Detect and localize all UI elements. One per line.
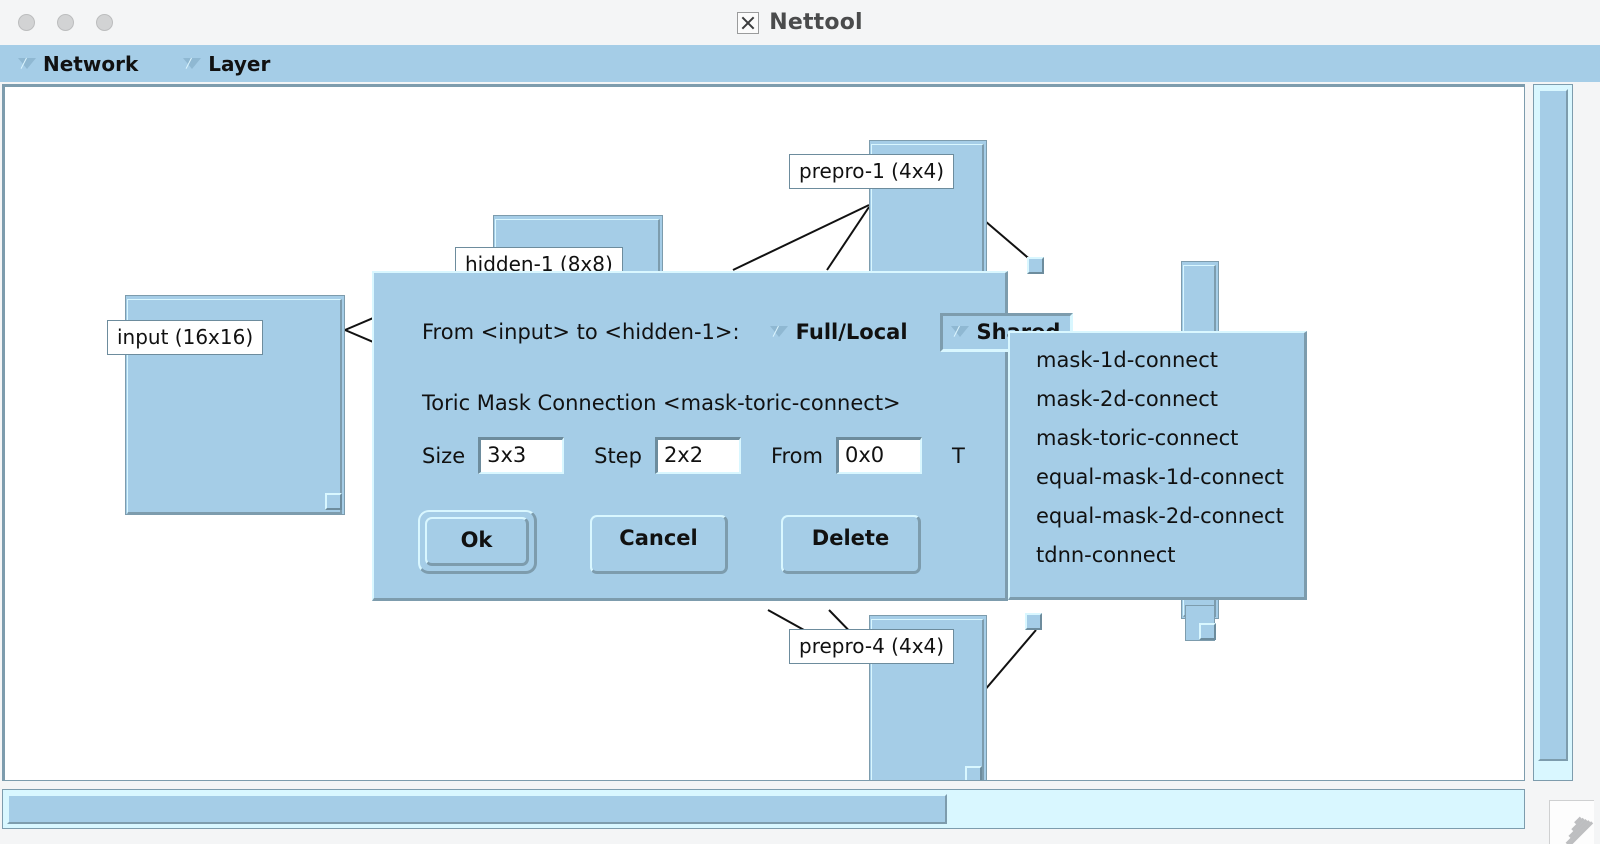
connection-description: From <input> to <hidden-1>:: [422, 320, 740, 344]
step-input[interactable]: [654, 437, 741, 474]
chevron-down-icon: [183, 58, 202, 69]
full-local-label: Full/Local: [795, 319, 908, 344]
chevron-down-icon: [18, 58, 36, 69]
node-prepro-4-resize-handle[interactable]: [965, 766, 982, 780]
size-input[interactable]: [478, 437, 565, 474]
node-input[interactable]: input (16x16): [107, 295, 347, 520]
horizontal-scrollbar[interactable]: [2, 789, 1525, 829]
menu-network-label: Network: [43, 51, 139, 76]
menu-layer[interactable]: Layer: [173, 45, 280, 82]
node-partial-right-bottom-handle[interactable]: [1199, 623, 1216, 640]
node-prepro-1-label: prepro-1 (4x4): [789, 154, 955, 189]
vertical-scrollbar-thumb[interactable]: [1538, 89, 1568, 761]
chevron-down-icon: [769, 326, 788, 337]
node-prepro-4[interactable]: prepro-4 (4x4): [789, 615, 989, 780]
to-field-label-truncated: T: [951, 443, 965, 468]
horizontal-scrollbar-thumb[interactable]: [7, 794, 947, 824]
menu-item-equal-mask-2d-connect[interactable]: equal-mask-2d-connect: [1010, 497, 1304, 536]
menu-item-mask-1d-connect[interactable]: mask-1d-connect: [1010, 341, 1304, 380]
size-field-label: Size: [422, 443, 466, 468]
connector-square-top[interactable]: [1027, 257, 1047, 277]
delete-button[interactable]: Delete: [781, 515, 921, 574]
node-partial-right-bottom[interactable]: [1185, 605, 1221, 643]
full-local-menu-button[interactable]: Full/Local: [762, 316, 918, 349]
ok-button[interactable]: Ok: [425, 517, 529, 566]
node-input-label: input (16x16): [107, 320, 264, 355]
menu-item-mask-toric-connect[interactable]: mask-toric-connect: [1010, 419, 1304, 458]
connection-dialog: From <input> to <hidden-1>: Full/Local S…: [372, 271, 1074, 601]
step-field-label: Step: [594, 443, 642, 468]
ok-button-default-frame: Ok: [418, 510, 537, 574]
connection-type-popup-menu: mask-1d-connect mask-2d-connect mask-tor…: [1008, 331, 1307, 600]
menu-item-mask-2d-connect[interactable]: mask-2d-connect: [1010, 380, 1304, 419]
x-icon: [737, 11, 760, 34]
connector-handle-top[interactable]: [1027, 257, 1044, 274]
menu-item-tdnn-connect[interactable]: tdnn-connect: [1010, 536, 1304, 575]
menubar: Network Layer: [0, 45, 1600, 82]
node-input-resize-handle[interactable]: [325, 493, 342, 510]
window-titlebar: Nettool: [0, 0, 1600, 46]
window-title: Nettool: [769, 10, 863, 35]
connection-header-row: From <input> to <hidden-1>: Full/Local S…: [422, 312, 1074, 352]
connection-type-description: Toric Mask Connection <mask-toric-connec…: [422, 391, 901, 415]
nettool-window: Nettool Network Layer input (16x16) hidd…: [0, 0, 1600, 844]
from-input[interactable]: [835, 437, 922, 474]
vertical-scrollbar[interactable]: [1533, 84, 1573, 781]
resize-grip-icon[interactable]: [1549, 800, 1594, 844]
parameter-fields-row: Size Step From T: [422, 437, 978, 474]
from-field-label: From: [770, 443, 823, 468]
menu-layer-label: Layer: [208, 51, 271, 76]
connector-handle-bottom[interactable]: [1025, 613, 1042, 630]
menu-item-equal-mask-1d-connect[interactable]: equal-mask-1d-connect: [1010, 458, 1304, 497]
menu-network[interactable]: Network: [8, 45, 148, 82]
chevron-down-icon: [950, 326, 969, 337]
window-title-group: Nettool: [0, 0, 1600, 45]
node-prepro-4-label: prepro-4 (4x4): [789, 629, 955, 664]
cancel-button[interactable]: Cancel: [590, 515, 728, 574]
dialog-button-row: Ok Cancel Delete: [418, 510, 921, 574]
connector-square-bottom[interactable]: [1025, 613, 1045, 633]
